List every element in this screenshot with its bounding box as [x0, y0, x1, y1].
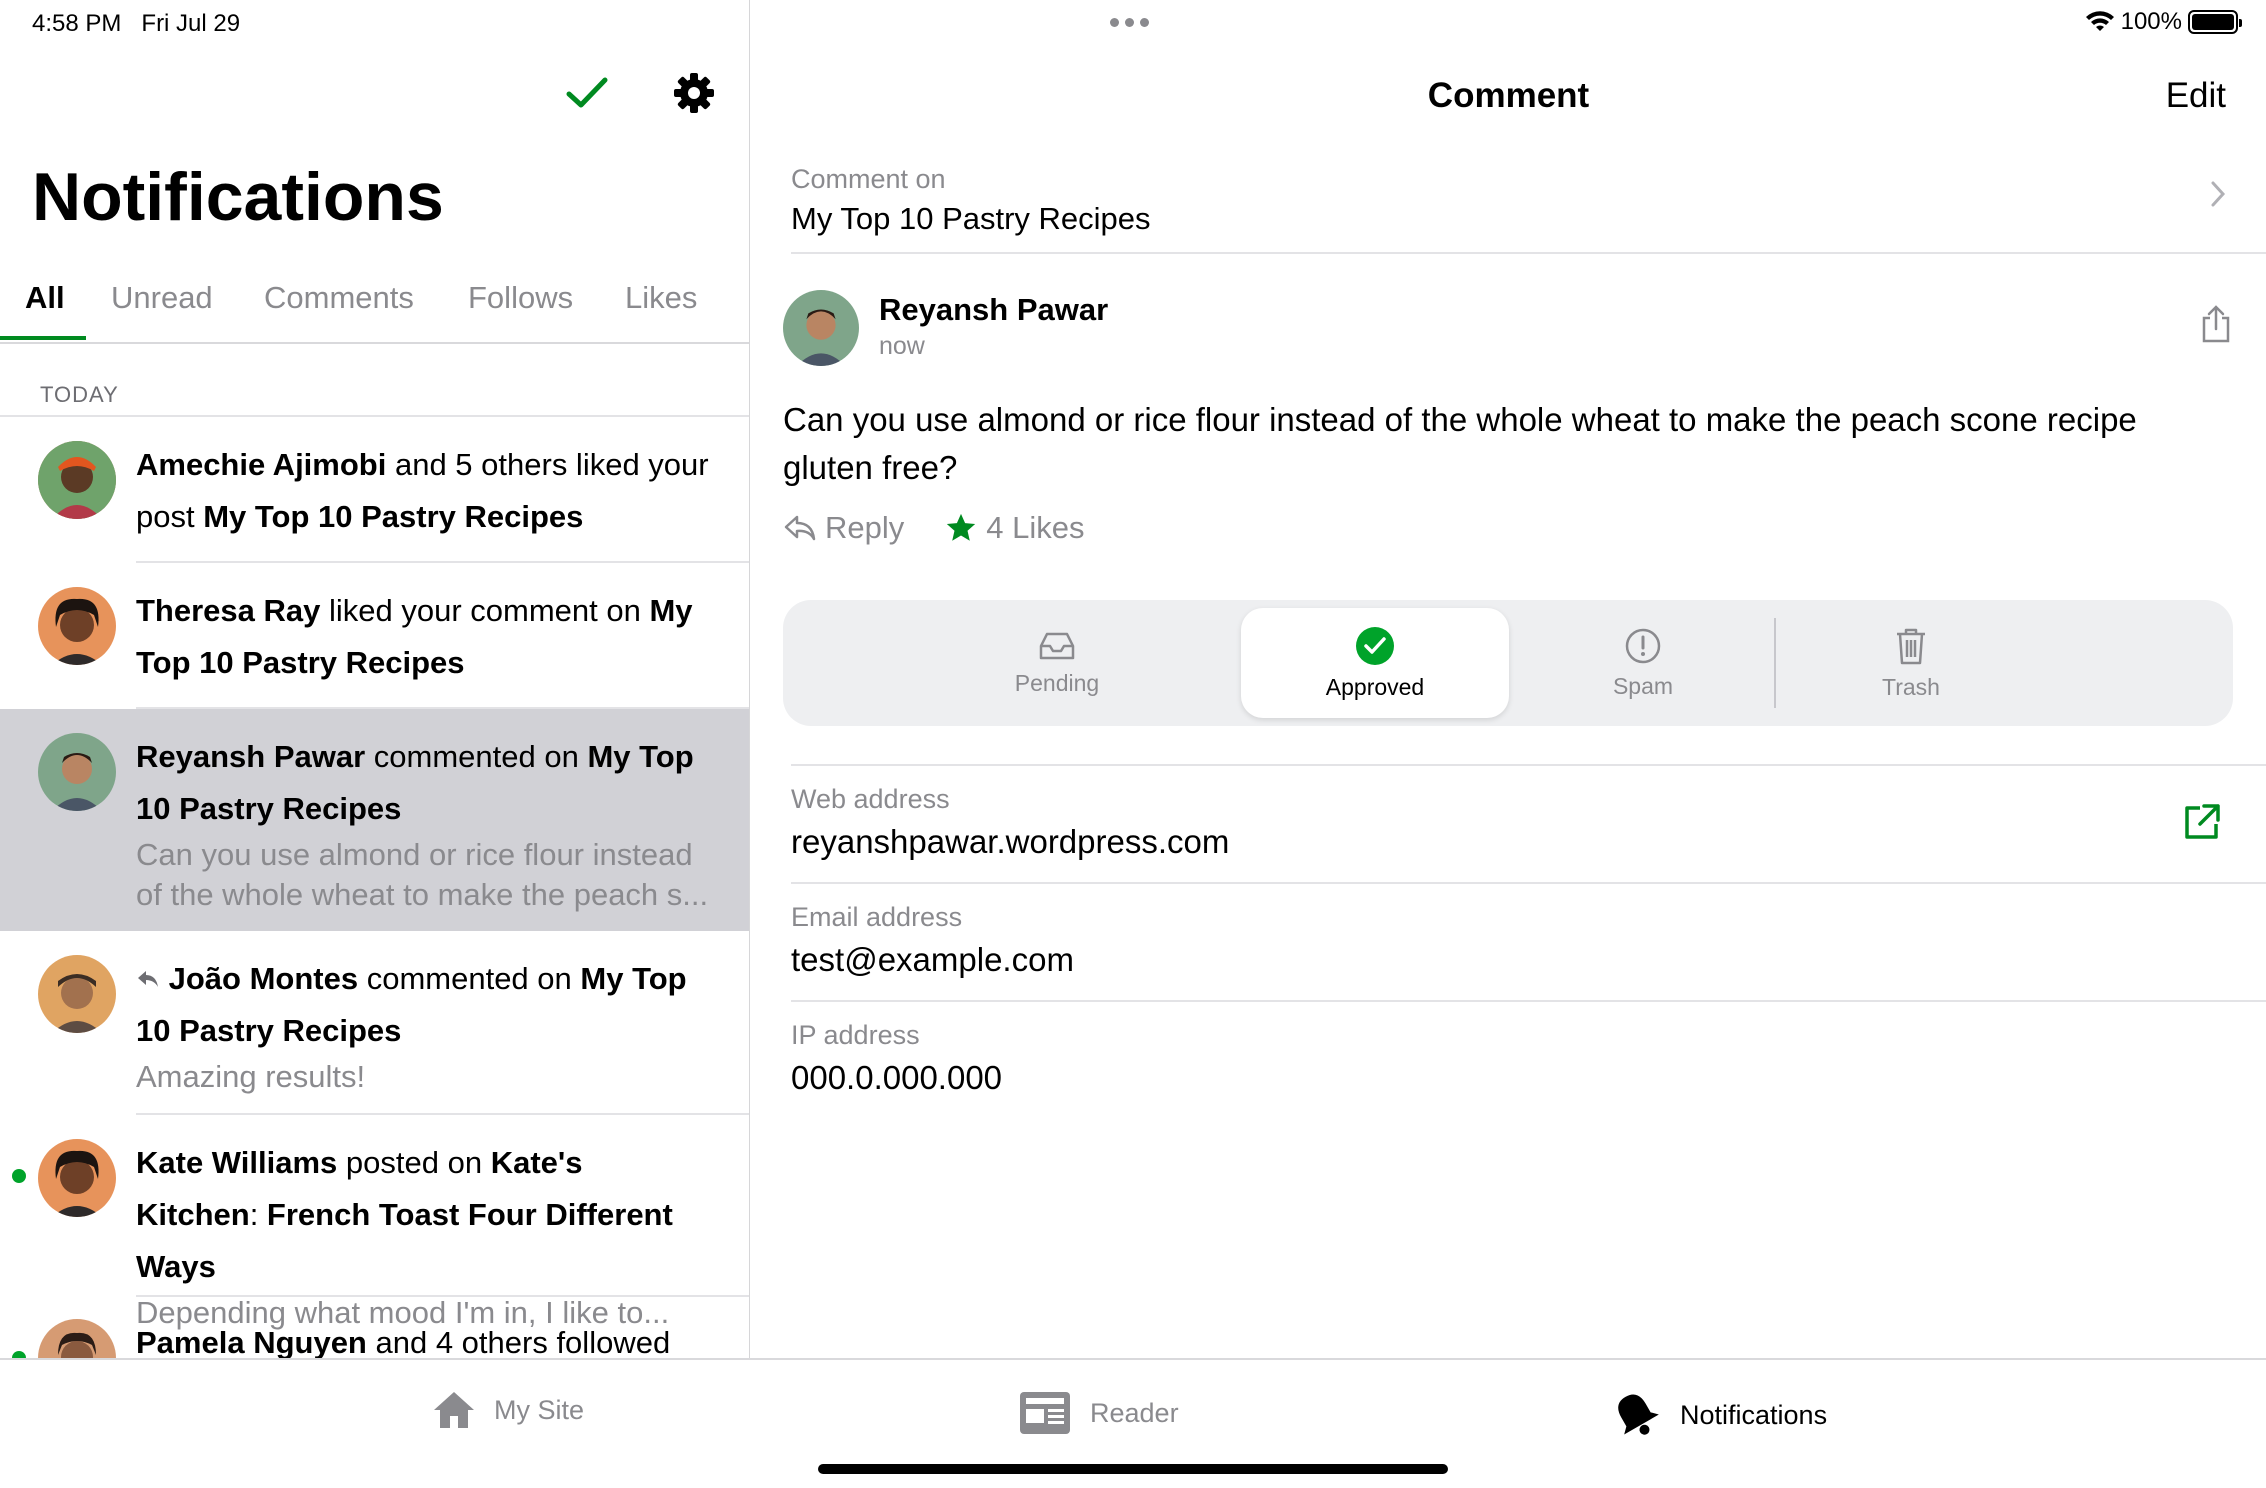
web-address-value[interactable]: reyanshpawar.wordpress.com: [791, 823, 2266, 861]
notification-snippet: Can you use almond or rice flour instead…: [136, 837, 709, 912]
nav-title: Comment: [1427, 76, 1590, 115]
external-link-icon[interactable]: [2182, 802, 2222, 842]
moderation-segmented-control: Pending Approved Spam Trash: [783, 600, 2233, 726]
divider: [791, 882, 2266, 884]
home-icon: [434, 1392, 474, 1428]
tab-unread[interactable]: Unread: [111, 280, 213, 316]
list-actions: [565, 72, 715, 114]
filter-tabs: All Unread Comments Follows Likes: [0, 270, 749, 344]
chevron-right-icon: [2211, 181, 2226, 207]
notification-text: João Montes commented on My Top 10 Pastr…: [136, 953, 710, 1097]
reply-icon: [138, 971, 158, 987]
ip-row: IP address 000.0.000.000: [791, 1020, 2266, 1097]
notification-row-selected[interactable]: Reyansh Pawar commented on My Top 10 Pas…: [0, 709, 749, 931]
share-icon[interactable]: [2200, 304, 2232, 344]
avatar: [38, 733, 116, 811]
divider: [791, 764, 2266, 766]
divider: [791, 252, 2266, 254]
approved-button[interactable]: Approved: [1241, 608, 1509, 718]
notification-text: Theresa Ray liked your comment on My Top…: [136, 593, 693, 680]
comment-on-row[interactable]: Comment on My Top 10 Pastry Recipes: [791, 164, 2266, 237]
reader-icon: [1020, 1392, 1070, 1434]
web-address-label: Web address: [791, 784, 950, 814]
avatar: [38, 1139, 116, 1217]
ip-value: 000.0.000.000: [791, 1059, 1003, 1096]
comment-on-label: Comment on: [791, 164, 946, 194]
author-avatar[interactable]: [783, 290, 859, 366]
notification-row[interactable]: Pamela Nguyen and 4 others followed: [0, 1297, 749, 1358]
comment-on-post: My Top 10 Pastry Recipes: [791, 201, 1151, 236]
notification-row[interactable]: Amechie Ajimobi and 5 others liked your …: [0, 417, 749, 563]
web-address-row[interactable]: Web address reyanshpawar.wordpress.com: [791, 784, 2266, 861]
email-row[interactable]: Email address test@example.com: [791, 902, 2266, 979]
avatar: [38, 1319, 116, 1358]
reply-arrow-icon: [784, 515, 816, 541]
notification-row[interactable]: Kate Williams posted on Kate's Kitchen: …: [0, 1115, 749, 1330]
comment-actions: Reply 4 Likes: [783, 510, 1085, 546]
reply-button[interactable]: Reply: [783, 510, 904, 546]
tab-reader[interactable]: Reader: [1018, 1390, 1179, 1436]
star-icon: [947, 513, 976, 541]
trash-icon: [1897, 628, 1925, 664]
notifications-pane: Notifications All Unread Comments Follow…: [0, 0, 750, 1358]
email-value[interactable]: test@example.com: [791, 941, 2266, 979]
unread-indicator: [12, 1169, 26, 1183]
check-circle-icon: [1356, 626, 1394, 665]
notification-text: Reyansh Pawar commented on My Top 10 Pas…: [136, 731, 710, 915]
notification-row[interactable]: João Montes commented on My Top 10 Pastr…: [0, 931, 749, 1115]
alert-circle-icon: [1625, 628, 1661, 663]
tab-likes[interactable]: Likes: [625, 280, 697, 316]
ip-label: IP address: [791, 1020, 920, 1050]
section-header-today: TODAY: [40, 382, 119, 407]
settings-gear-icon[interactable]: [673, 72, 715, 114]
tab-all[interactable]: All: [25, 280, 65, 316]
spam-button[interactable]: Spam: [1509, 608, 1777, 718]
author-name[interactable]: Reyansh Pawar: [879, 292, 1108, 328]
tab-my-site[interactable]: My Site: [432, 1390, 584, 1430]
pending-button[interactable]: Pending: [923, 608, 1191, 718]
notification-snippet: Amazing results!: [136, 1059, 366, 1094]
notification-text: Pamela Nguyen and 4 others followed: [136, 1325, 671, 1358]
home-indicator: [818, 1464, 1448, 1474]
page-title: Notifications: [32, 159, 444, 235]
email-label: Email address: [791, 902, 963, 932]
avatar: [38, 441, 116, 519]
unread-indicator: [12, 1351, 26, 1358]
avatar: [38, 955, 116, 1033]
notification-text: Amechie Ajimobi and 5 others liked your …: [136, 447, 709, 534]
comment-time: now: [879, 332, 925, 360]
tab-follows[interactable]: Follows: [468, 280, 573, 316]
avatar: [38, 587, 116, 665]
edit-button[interactable]: Edit: [2166, 76, 2226, 116]
tab-comments[interactable]: Comments: [264, 280, 414, 316]
tab-notifications[interactable]: Notifications: [1610, 1390, 1827, 1440]
active-tab-indicator: [0, 336, 86, 340]
divider: [791, 1000, 2266, 1002]
likes-button[interactable]: 4 Likes: [944, 510, 1085, 546]
comment-text: Can you use almond or rice flour instead…: [783, 401, 2137, 486]
bell-icon: [1618, 1394, 1659, 1435]
mark-all-read-checkmark-icon[interactable]: [565, 76, 609, 110]
notification-row[interactable]: Theresa Ray liked your comment on My Top…: [0, 563, 749, 709]
divider: [1774, 618, 1776, 708]
trash-button[interactable]: Trash: [1777, 608, 2045, 718]
comment-detail-pane: Comment Edit Comment on My Top 10 Pastry…: [751, 0, 2266, 1358]
inbox-icon: [1039, 632, 1075, 659]
